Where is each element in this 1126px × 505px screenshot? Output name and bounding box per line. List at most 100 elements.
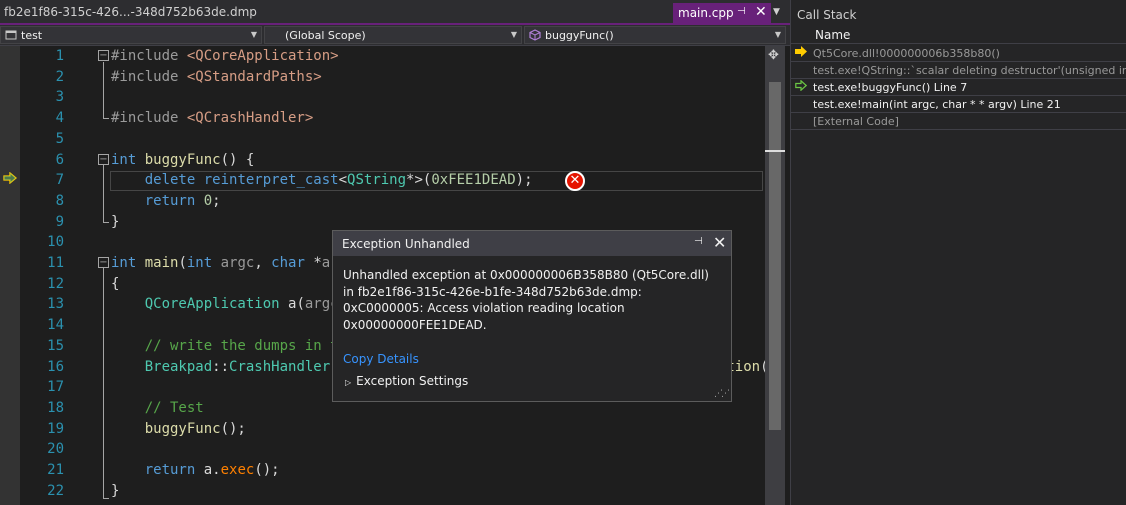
line-number: 11 xyxy=(47,255,64,271)
line-code: #include <QCoreApplication> xyxy=(111,46,339,67)
code-token: <QCrashHandler> xyxy=(186,110,314,127)
line-number: 10 xyxy=(47,234,64,251)
line-number: 18 xyxy=(47,399,64,416)
code-token: (); xyxy=(254,462,280,478)
code-token: return xyxy=(144,462,204,478)
exception-error-icon[interactable]: ✕ xyxy=(565,171,585,191)
frame-text: Qt5Core.dll!000000006b358b80() xyxy=(813,47,1000,60)
code-line-3[interactable]: 3 xyxy=(20,87,765,108)
line-code: buggyFunc(); xyxy=(111,419,246,440)
code-line-4[interactable]: 4 #include <QCrashHandler> xyxy=(20,108,765,129)
code-token: QCoreApplication xyxy=(144,296,289,313)
code-token: ; xyxy=(212,192,221,209)
code-token: return xyxy=(144,192,204,209)
frame-text: test.exe!QString::`scalar deleting destr… xyxy=(813,64,1126,77)
scope-name: (Global Scope) xyxy=(285,29,366,42)
code-token: *>( xyxy=(406,172,432,189)
code-token: reinterpret_cast xyxy=(203,172,339,189)
editor-vertical-scrollbar[interactable]: ✥ xyxy=(765,46,785,505)
chevron-down-icon: ▼ xyxy=(774,30,781,39)
return-point-arrow-icon xyxy=(795,79,808,94)
column-header-name[interactable]: Name xyxy=(815,28,850,42)
document-tab-bar: fb2e1f86-315c-426...-348d752b63de.dmp ma… xyxy=(0,0,790,24)
call-stack-frame[interactable]: Qt5Core.dll!000000006b358b80() xyxy=(791,45,1126,62)
code-token: #include xyxy=(111,48,187,64)
resize-grip-icon[interactable]: ⋰⋰ xyxy=(714,389,730,399)
code-token: // Test xyxy=(144,399,204,416)
exception-settings-expander[interactable]: ▷ Exception Settings xyxy=(345,374,468,388)
line-code: } xyxy=(111,481,119,502)
line-number: 2 xyxy=(55,68,64,85)
code-token: 0 xyxy=(203,192,213,209)
code-token: buggyFunc xyxy=(144,151,221,168)
call-stack-window: Call Stack Name Qt5Core.dll!000000006b35… xyxy=(790,0,1126,505)
code-line-21[interactable]: 21 return a.exec(); xyxy=(20,460,765,481)
code-token: #include xyxy=(111,68,187,85)
project-icon xyxy=(5,29,17,44)
tab-list-dropdown-icon[interactable]: ▼ xyxy=(773,7,780,17)
call-stack-frame[interactable]: test.exe!QString::`scalar deleting destr… xyxy=(791,62,1126,79)
line-number: 9 xyxy=(55,213,64,230)
pin-icon[interactable]: ⊣ xyxy=(694,236,703,247)
line-number: 4 xyxy=(55,110,64,127)
code-line-7[interactable]: 7 delete reinterpret_cast<QString*>(0xFE… xyxy=(20,170,765,191)
line-number: 6 xyxy=(55,151,64,168)
call-stack-frame[interactable]: [External Code] xyxy=(791,113,1126,130)
line-code: int buggyFunc() { xyxy=(111,150,254,171)
code-token: * xyxy=(313,255,322,271)
close-icon[interactable]: ✕ xyxy=(713,233,726,252)
code-line-22[interactable]: 22} xyxy=(20,481,765,502)
collapse-minus-icon[interactable]: − xyxy=(98,153,109,165)
glyph-margin[interactable] xyxy=(0,46,20,505)
line-number: 8 xyxy=(55,192,64,209)
code-token: } xyxy=(111,482,120,499)
tab-main-cpp[interactable]: main.cpp ⊣ ✕ xyxy=(673,3,771,24)
exception-helper-popup: Exception Unhandled ⊣ ✕ Unhandled except… xyxy=(332,230,732,402)
line-number: 14 xyxy=(47,317,64,334)
line-number: 22 xyxy=(47,482,64,499)
line-code: delete reinterpret_cast<QString*>(0xFEE1… xyxy=(111,170,533,191)
scroll-position-marker xyxy=(765,150,785,152)
frame-text: [External Code] xyxy=(813,115,899,128)
scroll-thumb[interactable] xyxy=(769,82,781,430)
code-token: char xyxy=(271,255,314,271)
collapse-minus-icon[interactable]: − xyxy=(98,50,109,61)
code-token: ( xyxy=(178,255,187,271)
split-window-icon[interactable]: ✥ xyxy=(768,48,779,63)
popup-title: Exception Unhandled xyxy=(342,237,470,251)
exception-message: Unhandled exception at 0x000000006B358B8… xyxy=(343,268,709,332)
code-token: :: xyxy=(212,358,230,375)
scope-dropdown[interactable]: (Global Scope) ▼ xyxy=(264,26,522,44)
code-line-5[interactable]: 5 xyxy=(20,129,765,150)
frame-text: test.exe!buggyFunc() Line 7 xyxy=(813,81,968,94)
code-token: Breakpad xyxy=(144,358,213,375)
code-line-2[interactable]: 2 #include <QStandardPaths> xyxy=(20,67,765,88)
dump-file-title[interactable]: fb2e1f86-315c-426...-348d752b63de.dmp xyxy=(4,5,257,19)
code-token: buggyFunc xyxy=(144,420,221,437)
close-tab-icon[interactable]: ✕ xyxy=(755,4,767,20)
call-stack-frame[interactable]: test.exe!main(int argc, char * * argv) L… xyxy=(791,96,1126,113)
copy-details-link[interactable]: Copy Details xyxy=(343,352,419,366)
function-dropdown[interactable]: buggyFunc() ▼ xyxy=(524,26,786,44)
code-line-20[interactable]: 20 xyxy=(20,439,765,460)
pin-icon[interactable]: ⊣ xyxy=(737,6,746,17)
collapse-minus-icon[interactable]: − xyxy=(98,257,109,268)
code-token: QString xyxy=(347,172,407,189)
code-token: a. xyxy=(203,462,221,478)
call-stack-frame[interactable]: test.exe!buggyFunc() Line 7 xyxy=(791,79,1126,96)
project-dropdown[interactable]: test ▼ xyxy=(0,26,262,44)
code-token: exec xyxy=(220,462,255,478)
call-stack-title: Call Stack xyxy=(797,8,857,22)
code-line-1[interactable]: 1 − #include <QCoreApplication> xyxy=(20,46,765,67)
current-statement-arrow-icon xyxy=(3,171,18,188)
code-line-19[interactable]: 19 buggyFunc(); xyxy=(20,419,765,440)
code-line-8[interactable]: 8 return 0; xyxy=(20,191,765,212)
line-code: #include <QStandardPaths> xyxy=(111,67,322,88)
triangle-right-icon: ▷ xyxy=(345,378,352,387)
code-token: 0xFEE1DEAD xyxy=(431,172,516,189)
code-line-6[interactable]: 6 − int buggyFunc() { xyxy=(20,150,765,171)
